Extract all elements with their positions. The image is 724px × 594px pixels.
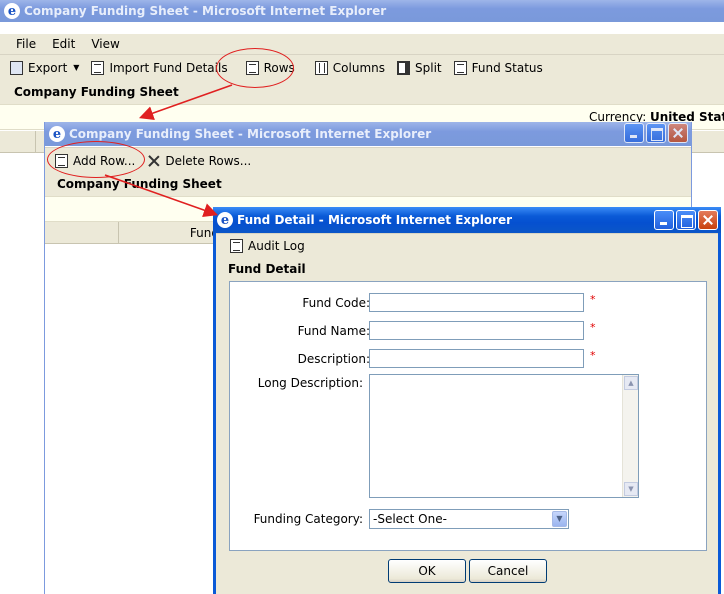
arrow-to-add-row	[138, 84, 233, 121]
arrow-to-fund-detail	[104, 174, 219, 218]
annotation-arrows	[104, 84, 233, 218]
